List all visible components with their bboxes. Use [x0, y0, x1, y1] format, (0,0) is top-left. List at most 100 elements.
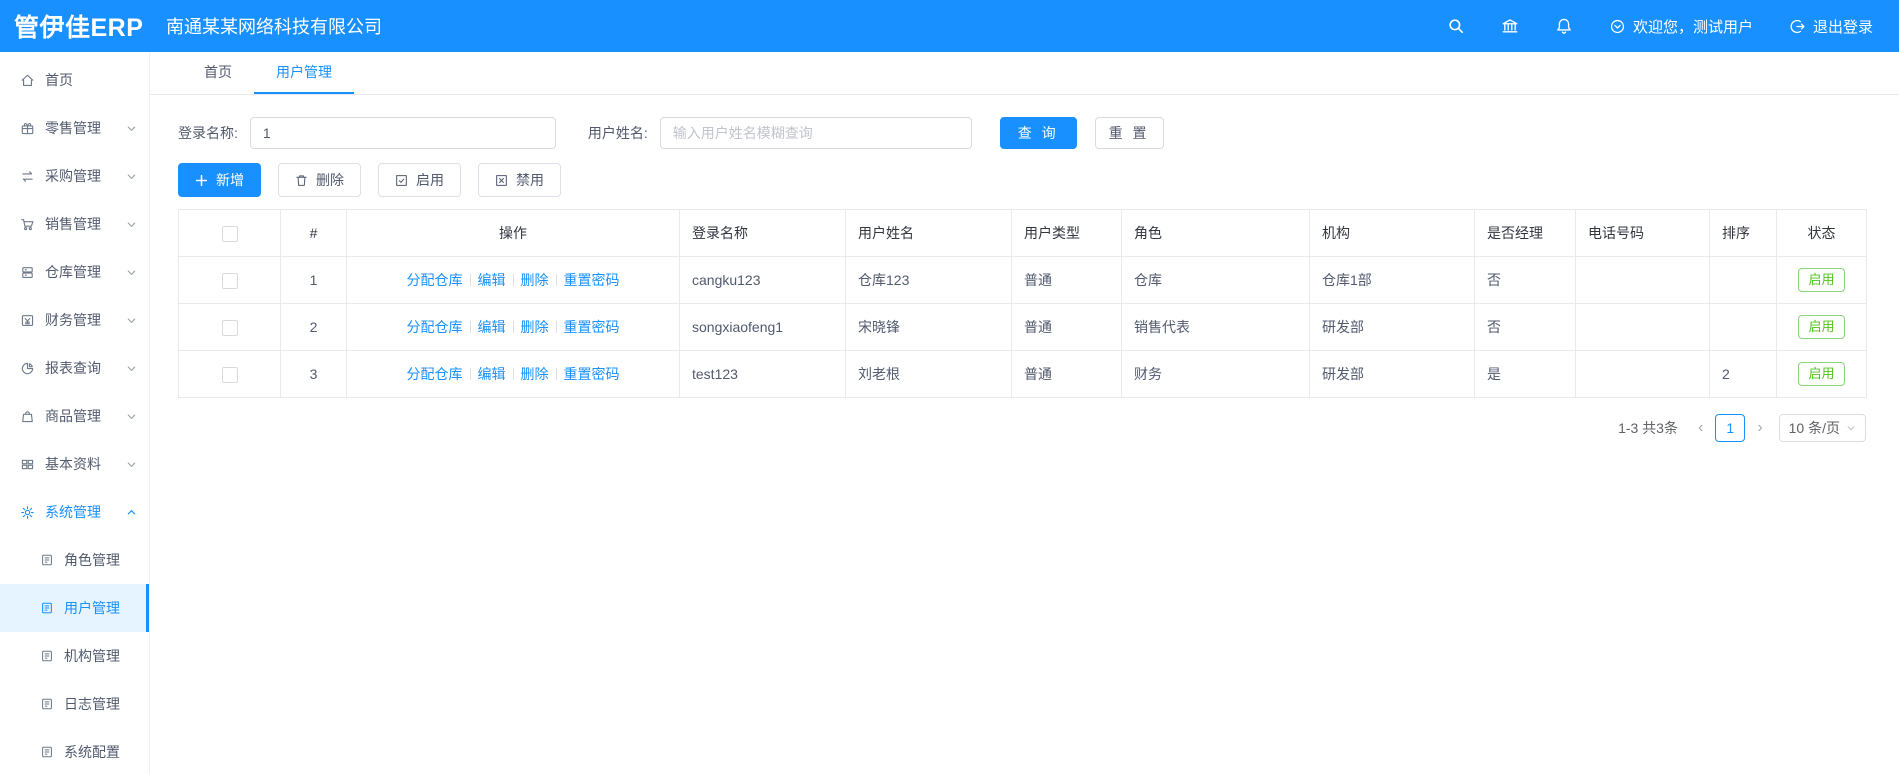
app-logo: 管伊佳ERP [14, 14, 144, 42]
edit-link[interactable]: 编辑 [478, 272, 506, 288]
reset-password-link[interactable]: 重置密码 [564, 319, 620, 335]
select-all-checkbox[interactable] [221, 225, 238, 242]
assign-warehouse-link[interactable]: 分配仓库 [407, 366, 463, 382]
cell-phone [1575, 350, 1710, 398]
cell-type: 普通 [1011, 303, 1122, 351]
sidebar-item-label: 首页 [45, 72, 73, 88]
row-checkbox[interactable] [221, 366, 238, 383]
col-sort: 排序 [1709, 209, 1777, 257]
down-circle-icon [1610, 19, 1625, 33]
sidebar-subitem-label: 用户管理 [64, 600, 120, 616]
sidebar-subitem-logs[interactable]: 日志管理 [0, 680, 149, 728]
bank-icon[interactable] [1501, 17, 1519, 35]
gift-icon [20, 121, 35, 136]
page-size-select[interactable]: 10 条/页 [1778, 414, 1866, 442]
reset-password-link[interactable]: 重置密码 [564, 366, 620, 382]
edit-link[interactable]: 编辑 [478, 366, 506, 382]
sidebar-subitem-config[interactable]: 系统配置 [0, 728, 149, 773]
chevron-down-icon [126, 123, 137, 134]
sidebar-subitem-roles[interactable]: 角色管理 [0, 536, 149, 584]
x-square-icon [496, 174, 507, 186]
row-checkbox[interactable] [221, 319, 238, 336]
main-area: 首页 用户管理 登录名称: 用户姓名: 查 询 重 置 新增 [150, 52, 1899, 773]
cell-role: 仓库 [1121, 256, 1310, 304]
tab-bar: 首页 用户管理 [150, 52, 1899, 95]
grid-icon [20, 457, 35, 472]
cell-org: 研发部 [1309, 303, 1475, 351]
reset-password-link[interactable]: 重置密码 [564, 272, 620, 288]
tab-user-management[interactable]: 用户管理 [254, 52, 354, 94]
sidebar-item-label: 仓库管理 [45, 264, 101, 280]
cell-sort [1709, 303, 1777, 351]
sidebar-item-reports[interactable]: 报表查询 [0, 344, 149, 392]
cell-manager: 否 [1474, 303, 1576, 351]
col-actions: 操作 [346, 209, 680, 257]
sidebar-subitem-orgs[interactable]: 机构管理 [0, 632, 149, 680]
user-name-input[interactable] [659, 117, 972, 149]
col-role: 角色 [1121, 209, 1310, 257]
sidebar-item-purchase[interactable]: 采购管理 [0, 152, 149, 200]
sidebar-item-basic-data[interactable]: 基本资料 [0, 440, 149, 488]
cell-sort: 2 [1709, 350, 1777, 398]
col-org: 机构 [1309, 209, 1475, 257]
assign-warehouse-link[interactable]: 分配仓库 [407, 272, 463, 288]
search-button[interactable]: 查 询 [999, 117, 1077, 149]
cell-phone [1575, 303, 1710, 351]
plus-icon [195, 174, 208, 186]
sidebar: 首页 零售管理 采购管理 销售管理 仓库管理 财务管理 报表查询 商品管理 基本… [0, 52, 150, 773]
home-icon [20, 73, 35, 88]
reset-button[interactable]: 重 置 [1094, 117, 1164, 149]
next-page-button[interactable]: › [1753, 419, 1766, 437]
disable-button[interactable]: 禁用 [478, 163, 561, 197]
delete-link[interactable]: 删除 [521, 319, 549, 335]
add-button[interactable]: 新增 [178, 163, 261, 197]
edit-link[interactable]: 编辑 [478, 319, 506, 335]
sidebar-item-system[interactable]: 系统管理 [0, 488, 149, 536]
header-actions: 欢迎您，测试用户 退出登录 [1411, 16, 1899, 37]
company-name: 南通某某网络科技有限公司 [166, 17, 382, 37]
sidebar-subitem-users[interactable]: 用户管理 [0, 584, 149, 632]
cell-name: 宋晓锋 [845, 303, 1012, 351]
tab-home[interactable]: 首页 [182, 52, 254, 94]
table-header-row: # 操作 登录名称 用户姓名 用户类型 角色 机构 是否经理 电话号码 排序 状… [178, 209, 1867, 257]
logout-button[interactable]: 退出登录 [1789, 16, 1873, 37]
cell-sort [1709, 256, 1777, 304]
delete-link[interactable]: 删除 [521, 272, 549, 288]
doc-icon [40, 697, 54, 711]
search-icon[interactable] [1447, 17, 1465, 35]
sidebar-item-warehouse[interactable]: 仓库管理 [0, 248, 149, 296]
sidebar-item-home[interactable]: 首页 [0, 56, 149, 104]
sidebar-item-goods[interactable]: 商品管理 [0, 392, 149, 440]
sidebar-item-finance[interactable]: 财务管理 [0, 296, 149, 344]
sidebar-item-retail[interactable]: 零售管理 [0, 104, 149, 152]
cell-type: 普通 [1011, 256, 1122, 304]
prev-page-button[interactable]: ‹ [1694, 419, 1707, 437]
sidebar-item-sales[interactable]: 销售管理 [0, 200, 149, 248]
chevron-down-icon [126, 459, 137, 470]
bell-icon[interactable] [1555, 17, 1573, 35]
chevron-down-icon [126, 171, 137, 182]
chevron-up-icon [126, 507, 137, 518]
col-status: 状态 [1776, 209, 1867, 257]
cell-name: 刘老根 [845, 350, 1012, 398]
user-name-label: 用户姓名: [587, 125, 648, 141]
page-number[interactable]: 1 [1715, 414, 1746, 442]
assign-warehouse-link[interactable]: 分配仓库 [407, 319, 463, 335]
doc-icon [40, 601, 54, 615]
sidebar-item-label: 报表查询 [45, 360, 101, 376]
cell-name: 仓库123 [845, 256, 1012, 304]
sidebar-item-label: 基本资料 [45, 456, 101, 472]
doc-icon [40, 649, 54, 663]
login-name-input[interactable] [249, 117, 556, 149]
welcome-text: 欢迎您，测试用户 [1632, 18, 1753, 36]
delete-button[interactable]: 删除 [278, 163, 361, 197]
delete-link[interactable]: 删除 [521, 366, 549, 382]
sidebar-item-label: 系统管理 [45, 504, 101, 520]
enable-button[interactable]: 启用 [378, 163, 461, 197]
row-checkbox[interactable] [221, 272, 238, 289]
chevron-down-icon [126, 363, 137, 374]
sidebar-item-label: 采购管理 [45, 168, 101, 184]
welcome-user[interactable]: 欢迎您，测试用户 [1609, 16, 1753, 37]
sidebar-item-label: 零售管理 [45, 120, 101, 136]
gear-icon [20, 505, 35, 520]
